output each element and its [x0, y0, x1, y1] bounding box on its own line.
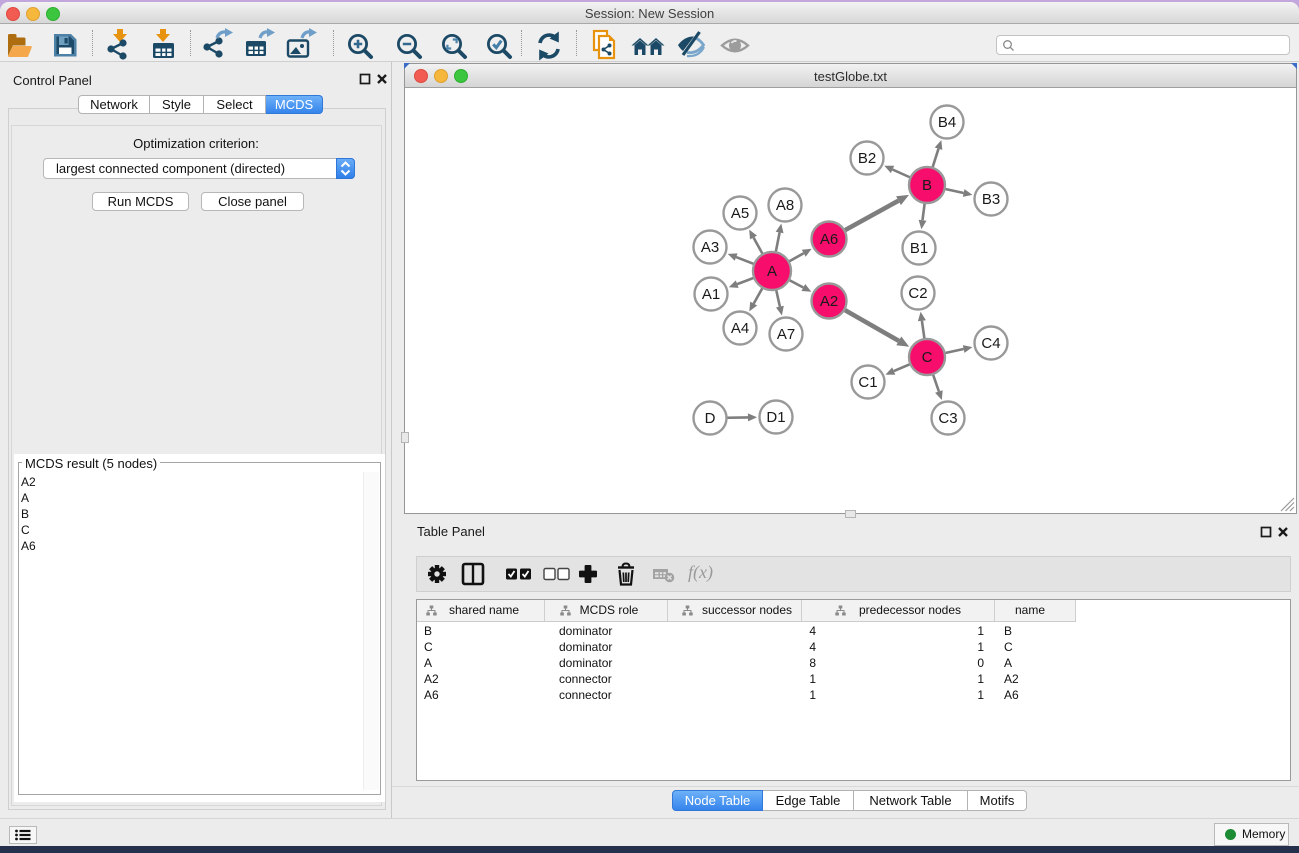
- svg-text:B: B: [922, 177, 932, 194]
- svg-text:D1: D1: [766, 409, 785, 426]
- svg-text:B3: B3: [982, 191, 1000, 208]
- svg-text:A5: A5: [731, 205, 749, 222]
- svg-text:C4: C4: [981, 335, 1000, 352]
- svg-text:A7: A7: [777, 326, 795, 343]
- svg-text:A8: A8: [776, 197, 794, 214]
- svg-text:D: D: [705, 410, 716, 427]
- svg-text:C2: C2: [908, 285, 927, 302]
- svg-text:B2: B2: [858, 150, 876, 167]
- svg-text:C: C: [922, 349, 933, 366]
- svg-text:C1: C1: [858, 374, 877, 391]
- svg-text:C3: C3: [938, 410, 957, 427]
- svg-text:A: A: [767, 263, 777, 280]
- svg-text:A2: A2: [820, 293, 838, 310]
- svg-text:A3: A3: [701, 239, 719, 256]
- svg-text:B4: B4: [938, 114, 956, 131]
- svg-text:B1: B1: [910, 240, 928, 257]
- svg-text:A6: A6: [820, 231, 838, 248]
- svg-text:A4: A4: [731, 320, 749, 337]
- svg-text:A1: A1: [702, 286, 720, 303]
